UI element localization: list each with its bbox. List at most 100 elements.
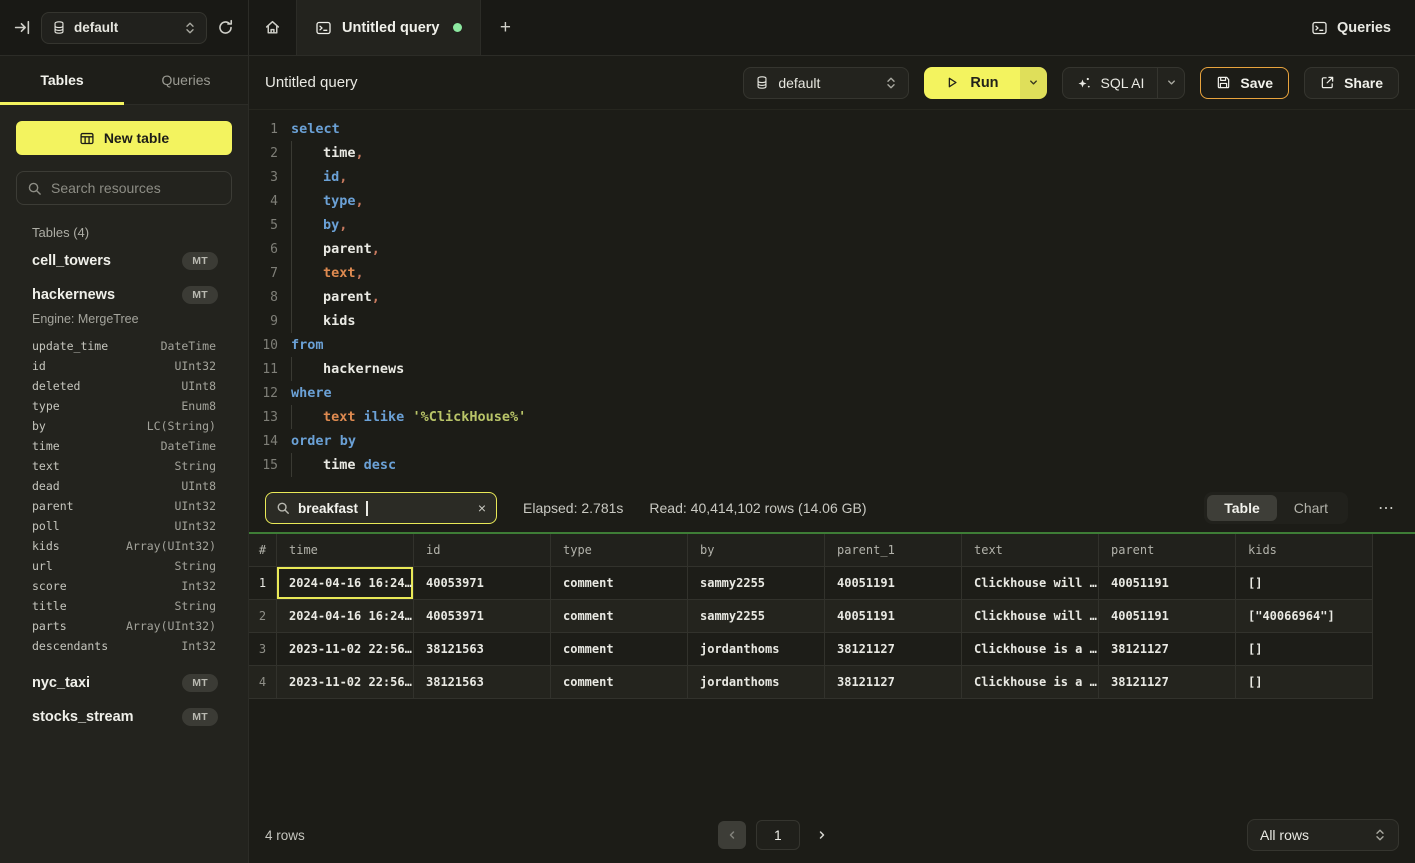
editor-line[interactable]: 13text ilike '%ClickHouse%' bbox=[249, 405, 1415, 429]
editor-line[interactable]: 3id, bbox=[249, 165, 1415, 189]
table-cell[interactable]: 2023-11-02 22:56… bbox=[277, 666, 414, 699]
results-search-input[interactable]: breakfast × bbox=[265, 492, 497, 524]
run-button[interactable]: Run bbox=[924, 67, 1019, 99]
run-options-button[interactable] bbox=[1020, 67, 1047, 99]
table-cell[interactable]: Clickhouse will … bbox=[962, 600, 1099, 633]
share-button[interactable]: Share bbox=[1304, 67, 1399, 99]
sql-token bbox=[356, 457, 364, 473]
sql-ai-options-button[interactable] bbox=[1157, 68, 1184, 98]
column-header-parent[interactable]: parent bbox=[1099, 534, 1236, 567]
table-cell[interactable]: 2023-11-02 22:56… bbox=[277, 633, 414, 666]
table-cell[interactable]: [] bbox=[1236, 633, 1373, 666]
sql-token: by bbox=[323, 217, 339, 233]
editor-line[interactable]: 2time, bbox=[249, 141, 1415, 165]
refresh-icon[interactable] bbox=[217, 19, 234, 36]
editor-line[interactable]: 12where bbox=[249, 381, 1415, 405]
previous-page-button[interactable] bbox=[718, 821, 746, 849]
editor-line[interactable]: 6parent, bbox=[249, 237, 1415, 261]
table-cell[interactable]: ["40066964"] bbox=[1236, 600, 1373, 633]
table-cell[interactable]: jordanthoms bbox=[688, 666, 825, 699]
editor-line[interactable]: 1select bbox=[249, 117, 1415, 141]
read-stat: Read: 40,414,102 rows (14.06 GB) bbox=[649, 500, 866, 516]
view-toggle-table[interactable]: Table bbox=[1207, 495, 1277, 521]
table-cell[interactable]: [] bbox=[1236, 567, 1373, 600]
query-database-selector[interactable]: default bbox=[743, 67, 909, 99]
table-cell[interactable]: comment bbox=[551, 567, 688, 600]
table-cell[interactable]: 38121127 bbox=[825, 666, 962, 699]
table-cell[interactable]: sammy2255 bbox=[688, 600, 825, 633]
save-button[interactable]: Save bbox=[1200, 67, 1289, 99]
sql-ai-button[interactable]: SQL AI bbox=[1063, 68, 1158, 98]
column-header-text[interactable]: text bbox=[962, 534, 1099, 567]
overflow-menu-icon[interactable]: ⋯ bbox=[1374, 498, 1399, 518]
table-cell[interactable]: Clickhouse will … bbox=[962, 567, 1099, 600]
table-cell[interactable]: 40053971 bbox=[414, 600, 551, 633]
editor-line[interactable]: 8parent, bbox=[249, 285, 1415, 309]
table-cell[interactable]: comment bbox=[551, 666, 688, 699]
new-table-button[interactable]: New table bbox=[16, 121, 232, 155]
row-number[interactable]: 2 bbox=[249, 600, 277, 633]
table-item-hackernews[interactable]: hackernewsMT bbox=[16, 278, 232, 312]
view-toggle-chart[interactable]: Chart bbox=[1277, 495, 1345, 521]
queries-button[interactable]: Queries bbox=[1311, 20, 1391, 36]
editor-line[interactable]: 15time desc bbox=[249, 453, 1415, 477]
page-number-input[interactable]: 1 bbox=[756, 820, 800, 850]
sidebar-tab-queries[interactable]: Queries bbox=[124, 56, 248, 104]
table-cell[interactable]: 38121127 bbox=[1099, 666, 1236, 699]
table-cell[interactable]: 2024-04-16 16:24… bbox=[277, 600, 414, 633]
table-cell[interactable]: 2024-04-16 16:24… bbox=[277, 567, 414, 600]
editor-line[interactable]: 4type, bbox=[249, 189, 1415, 213]
table-cell[interactable]: 38121563 bbox=[414, 633, 551, 666]
table-row: 22024-04-16 16:24…40053971commentsammy22… bbox=[249, 600, 1415, 633]
table-item-cell_towers[interactable]: cell_towersMT bbox=[16, 244, 232, 278]
editor-line[interactable]: 11hackernews bbox=[249, 357, 1415, 381]
row-number[interactable]: 4 bbox=[249, 666, 277, 699]
table-cell[interactable]: Clickhouse is a … bbox=[962, 666, 1099, 699]
table-name: hackernews bbox=[32, 287, 115, 303]
table-cell[interactable]: 40053971 bbox=[414, 567, 551, 600]
column-header-by[interactable]: by bbox=[688, 534, 825, 567]
collapse-sidebar-icon[interactable] bbox=[14, 19, 31, 36]
column-header-time[interactable]: time bbox=[277, 534, 414, 567]
clear-search-icon[interactable]: × bbox=[478, 501, 486, 515]
editor-line[interactable]: 14order by bbox=[249, 429, 1415, 453]
engine-badge: MT bbox=[182, 708, 218, 726]
table-cell[interactable]: 38121127 bbox=[1099, 633, 1236, 666]
table-cell[interactable]: 40051191 bbox=[825, 567, 962, 600]
column-header-num[interactable]: # bbox=[249, 534, 277, 567]
sidebar-tab-tables[interactable]: Tables bbox=[0, 56, 124, 104]
home-tab[interactable] bbox=[249, 0, 297, 55]
editor-line[interactable]: 7text, bbox=[249, 261, 1415, 285]
table-cell[interactable]: 40051191 bbox=[825, 600, 962, 633]
table-cell[interactable]: 38121127 bbox=[825, 633, 962, 666]
tab-untitled-query[interactable]: Untitled query bbox=[297, 0, 481, 55]
column-header-type[interactable]: type bbox=[551, 534, 688, 567]
row-number[interactable]: 1 bbox=[249, 567, 277, 600]
column-type: LC(String) bbox=[147, 416, 216, 436]
page-size-selector[interactable]: All rows bbox=[1247, 819, 1399, 851]
table-cell[interactable]: 40051191 bbox=[1099, 600, 1236, 633]
table-cell[interactable]: sammy2255 bbox=[688, 567, 825, 600]
editor-line[interactable]: 10from bbox=[249, 333, 1415, 357]
next-page-button[interactable] bbox=[810, 821, 834, 849]
database-selector[interactable]: default bbox=[41, 12, 207, 44]
column-header-kids[interactable]: kids bbox=[1236, 534, 1373, 567]
table-item-nyc_taxi[interactable]: nyc_taxiMT bbox=[16, 666, 232, 700]
new-tab-button[interactable]: + bbox=[481, 0, 529, 55]
table-cell[interactable]: Clickhouse is a … bbox=[962, 633, 1099, 666]
search-resources-input[interactable] bbox=[51, 180, 221, 196]
editor-line[interactable]: 5by, bbox=[249, 213, 1415, 237]
column-header-id[interactable]: id bbox=[414, 534, 551, 567]
column-header-parent_1[interactable]: parent_1 bbox=[825, 534, 962, 567]
table-cell[interactable]: comment bbox=[551, 600, 688, 633]
row-number[interactable]: 3 bbox=[249, 633, 277, 666]
table-cell[interactable]: 38121563 bbox=[414, 666, 551, 699]
home-icon bbox=[264, 19, 281, 36]
table-cell[interactable]: [] bbox=[1236, 666, 1373, 699]
editor-line[interactable]: 9kids bbox=[249, 309, 1415, 333]
table-item-stocks_stream[interactable]: stocks_streamMT bbox=[16, 700, 232, 734]
sql-editor[interactable]: 1select2time,3id,4type,5by,6parent,7text… bbox=[249, 110, 1415, 484]
table-cell[interactable]: comment bbox=[551, 633, 688, 666]
table-cell[interactable]: jordanthoms bbox=[688, 633, 825, 666]
table-cell[interactable]: 40051191 bbox=[1099, 567, 1236, 600]
